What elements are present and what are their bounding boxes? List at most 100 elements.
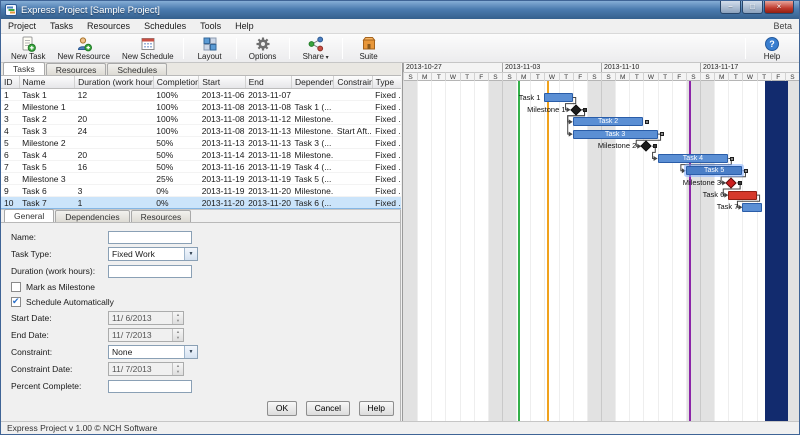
column-header-end[interactable]: End	[245, 76, 291, 89]
close-button[interactable]: ×	[764, 1, 794, 14]
gantt-day-letter: T	[530, 72, 544, 81]
task-detail-panel: GeneralDependenciesResources Name: Task …	[1, 210, 401, 421]
table-cell: Fixed ...	[372, 161, 401, 173]
detail-tab-resources[interactable]: Resources	[131, 210, 192, 222]
table-cell: Task 4	[19, 149, 74, 161]
column-header-type[interactable]: Type	[372, 76, 401, 89]
detail-tab-dependencies[interactable]: Dependencies	[55, 210, 129, 222]
table-cell: 2013-11-20	[245, 197, 291, 209]
tab-resources[interactable]: Resources	[46, 63, 107, 75]
constraint-date-field[interactable]: 11/ 7/2013 ▲▼	[108, 362, 184, 376]
ok-button[interactable]: OK	[267, 401, 297, 416]
toolbar-options-button[interactable]: Options	[240, 35, 286, 62]
gantt-chart-body[interactable]: Task 1Milestone 1Task 2Task 3Milestone 2…	[403, 81, 799, 421]
menu-resources[interactable]: Resources	[80, 19, 137, 33]
weekend-shade	[700, 81, 714, 421]
gantt-bar-task-4[interactable]: Task 4	[658, 154, 729, 163]
gantt-gridline	[658, 81, 659, 421]
minimize-button[interactable]: −	[720, 1, 741, 14]
gantt-day-letter: S	[700, 72, 714, 81]
table-cell: 3	[75, 185, 154, 197]
start-date-field[interactable]: 11/ 6/2013 ▲▼	[108, 311, 184, 325]
tab-schedules[interactable]: Schedules	[107, 63, 167, 75]
gantt-bar-task-5[interactable]: Task 5	[686, 166, 743, 175]
gantt-milestone-milestone-2[interactable]	[641, 141, 652, 152]
start-date-label: Start Date:	[11, 313, 108, 323]
mark-as-milestone-checkbox[interactable]	[11, 282, 21, 292]
table-cell: 100%	[153, 101, 198, 113]
column-header-constraint[interactable]: Constraint	[334, 76, 372, 89]
tab-tasks[interactable]: Tasks	[3, 62, 45, 75]
table-row[interactable]: 9Task 630%2013-11-192013-11-20Milestone.…	[1, 185, 401, 197]
end-date-field[interactable]: 11/ 7/2013 ▲▼	[108, 328, 184, 342]
milestone-handle	[583, 108, 587, 112]
table-cell: 4	[1, 125, 19, 137]
gantt-bar-task-6[interactable]	[728, 191, 756, 200]
chevron-down-icon: ▼	[184, 248, 197, 260]
gantt-milestone-milestone-1[interactable]	[570, 104, 581, 115]
gantt-gridline	[431, 81, 432, 421]
column-header-completion[interactable]: Completion	[153, 76, 198, 89]
table-row[interactable]: 5Milestone 250%2013-11-132013-11-13Task …	[1, 137, 401, 149]
column-header-name[interactable]: Name	[19, 76, 74, 89]
menu-tasks[interactable]: Tasks	[43, 19, 80, 33]
gantt-day-letter: T	[629, 72, 643, 81]
gantt-bar-task-2[interactable]: Task 2	[573, 117, 644, 126]
menu-help[interactable]: Help	[228, 19, 261, 33]
table-cell: 2013-11-07	[245, 89, 291, 101]
menu-project[interactable]: Project	[1, 19, 43, 33]
statusbar: Express Project v 1.00 © NCH Software	[1, 421, 799, 435]
table-cell: Fixed ...	[372, 197, 401, 209]
toolbar-layout-button[interactable]: Layout	[187, 35, 233, 62]
duration-field[interactable]	[108, 265, 192, 278]
help-dialog-button[interactable]: Help	[359, 401, 394, 416]
toolbar-new-resource-button[interactable]: New Resource	[52, 35, 116, 62]
table-row[interactable]: 3Task 220100%2013-11-082013-11-12Milesto…	[1, 113, 401, 125]
detail-tab-general[interactable]: General	[4, 209, 54, 222]
table-row[interactable]: 7Task 51650%2013-11-162013-11-19Task 4 (…	[1, 161, 401, 173]
spinner-icon[interactable]: ▲▼	[172, 312, 183, 324]
percent-complete-field[interactable]	[108, 380, 192, 393]
gantt-bar-task-3[interactable]: Task 3	[573, 130, 658, 139]
titlebar[interactable]: Express Project [Sample Project] − □ ×	[1, 1, 799, 19]
weekend-shade	[686, 81, 700, 421]
menu-tools[interactable]: Tools	[193, 19, 228, 33]
table-row[interactable]: 1Task 112100%2013-11-062013-11-07Fixed .…	[1, 89, 401, 101]
column-header-duration-work-hours[interactable]: Duration (work hours)	[75, 76, 154, 89]
spinner-icon[interactable]: ▲▼	[172, 329, 183, 341]
table-cell: 2013-11-08	[245, 101, 291, 113]
table-row[interactable]: 4Task 324100%2013-11-082013-11-13Milesto…	[1, 125, 401, 137]
toolbar-share-button[interactable]: Share ▾	[293, 35, 339, 62]
column-header-id[interactable]: ID	[1, 76, 19, 89]
gantt-bar-task-7[interactable]	[742, 203, 762, 212]
toolbar-new-task-button[interactable]: New Task	[5, 35, 52, 62]
menu-schedules[interactable]: Schedules	[137, 19, 193, 33]
cancel-button[interactable]: Cancel	[306, 401, 350, 416]
gantt-day-letter: M	[615, 72, 629, 81]
weekend-shade	[403, 81, 417, 421]
table-row[interactable]: 8Milestone 325%2013-11-192013-11-19Task …	[1, 173, 401, 185]
column-header-dependency[interactable]: Dependency	[291, 76, 333, 89]
schedule-automatically-checkbox[interactable]	[11, 297, 21, 307]
table-row[interactable]: 10Task 710%2013-11-202013-11-20Task 6 (.…	[1, 197, 401, 209]
gantt-bar-label: Task 3	[574, 131, 657, 138]
table-row[interactable]: 6Task 42050%2013-11-142013-11-18Mileston…	[1, 149, 401, 161]
task-type-value: Fixed Work	[112, 249, 155, 259]
toolbar-new-schedule-button[interactable]: New Schedule	[116, 35, 180, 62]
task-table: IDNameDuration (work hours)CompletionSta…	[1, 76, 401, 209]
constraint-select[interactable]: None ▼	[108, 345, 198, 359]
name-field[interactable]	[108, 231, 192, 244]
gantt-gridline	[530, 81, 531, 421]
gantt-milestone-milestone-3[interactable]	[725, 177, 736, 188]
toolbar-suite-button[interactable]: Suite	[346, 35, 392, 62]
column-header-start[interactable]: Start	[199, 76, 245, 89]
table-cell: Fixed ...	[372, 149, 401, 161]
task-type-select[interactable]: Fixed Work ▼	[108, 247, 198, 261]
table-row[interactable]: 2Milestone 1100%2013-11-082013-11-08Task…	[1, 101, 401, 113]
maximize-button[interactable]: □	[742, 1, 763, 14]
table-cell: Task 7	[19, 197, 74, 209]
gantt-day-letter: S	[686, 72, 700, 81]
spinner-icon[interactable]: ▲▼	[172, 363, 183, 375]
help-button[interactable]: ? Help	[749, 35, 795, 62]
gantt-bar-task-1[interactable]	[544, 93, 572, 102]
